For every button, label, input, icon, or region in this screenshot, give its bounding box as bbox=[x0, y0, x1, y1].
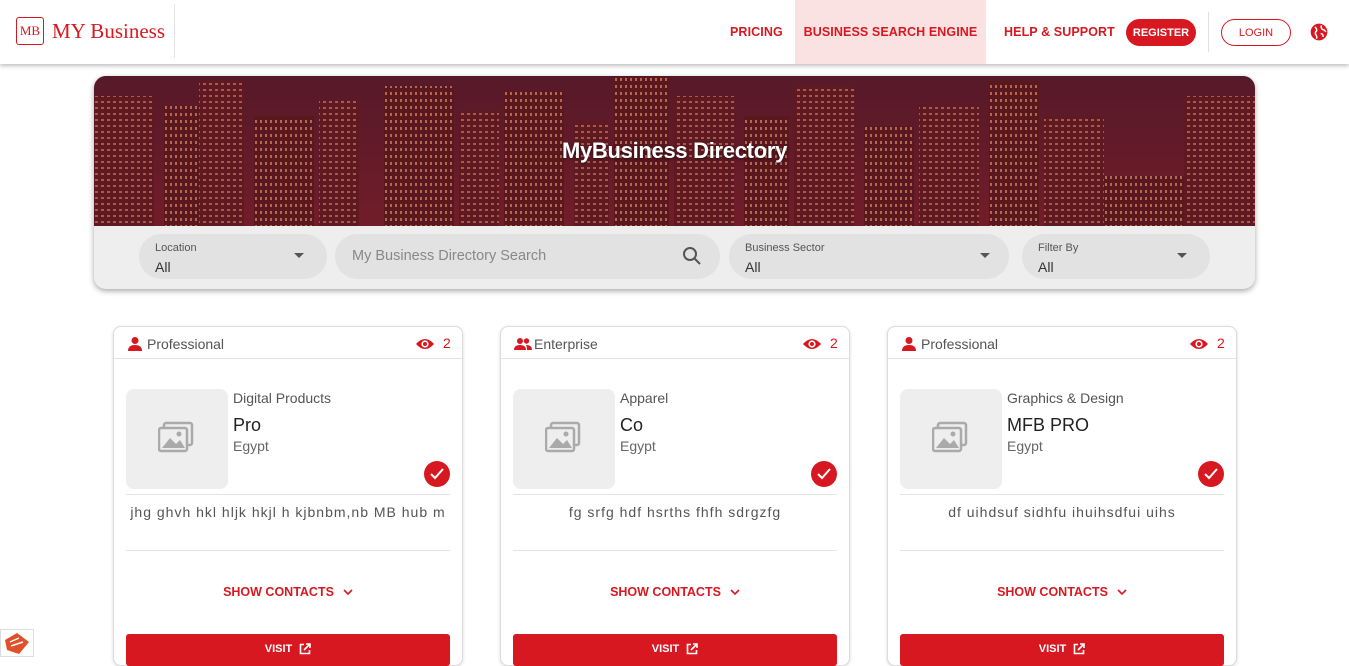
location-value: All bbox=[155, 259, 171, 275]
verified-badge bbox=[424, 461, 450, 487]
visit-label: VISIT bbox=[1038, 643, 1067, 655]
verified-badge bbox=[1198, 461, 1224, 487]
chevron-down-icon bbox=[1177, 253, 1187, 258]
view-count: 2 bbox=[1217, 335, 1225, 351]
eye-icon bbox=[416, 339, 434, 349]
eye-icon bbox=[803, 339, 821, 349]
tier-label: Professional bbox=[921, 336, 999, 352]
show-contacts-button[interactable]: SHOW CONTACTS bbox=[501, 585, 849, 599]
location-select[interactable]: Location All bbox=[139, 234, 327, 279]
chevron-down-icon bbox=[1117, 589, 1127, 595]
business-sector: Digital Products bbox=[233, 390, 332, 406]
card-header: Professional 2 bbox=[114, 327, 462, 359]
external-link-icon bbox=[299, 643, 312, 655]
business-sector: Apparel bbox=[620, 390, 669, 406]
business-country: Egypt bbox=[1007, 438, 1043, 454]
business-country: Egypt bbox=[620, 438, 656, 454]
chevron-down-icon bbox=[730, 589, 740, 595]
card-header: Enterprise 2 bbox=[501, 327, 849, 359]
divider bbox=[174, 4, 175, 58]
visit-button[interactable]: VISIT bbox=[126, 634, 450, 666]
directory-search-input[interactable]: My Business Directory Search bbox=[335, 234, 720, 279]
show-contacts-button[interactable]: SHOW CONTACTS bbox=[888, 585, 1236, 599]
card-header: Professional 2 bbox=[888, 327, 1236, 359]
search-placeholder: My Business Directory Search bbox=[352, 248, 547, 264]
top-navbar: MB MY Business PRICING BUSINESS SEARCH E… bbox=[0, 0, 1349, 64]
view-count: 2 bbox=[830, 335, 838, 351]
filter-by-select[interactable]: Filter By All bbox=[1022, 234, 1210, 279]
login-button[interactable]: LOGIN bbox=[1221, 19, 1291, 46]
logo-text: MY Business bbox=[52, 18, 165, 43]
check-icon bbox=[430, 468, 444, 480]
visit-button[interactable]: VISIT bbox=[513, 634, 837, 666]
business-description: fg srfg hdf hsrths fhfh sdrgzfg bbox=[568, 504, 782, 520]
verified-badge bbox=[811, 461, 837, 487]
image-icon bbox=[932, 421, 968, 453]
show-contacts-button[interactable]: SHOW CONTACTS bbox=[114, 585, 462, 599]
business-description: jhg ghvh hkl hljk hkjl h kjbnbm,nb MB hu… bbox=[130, 504, 446, 520]
eye-icon bbox=[1190, 339, 1208, 349]
person-icon bbox=[128, 337, 142, 351]
visit-label: VISIT bbox=[264, 643, 293, 655]
nav-pricing[interactable]: PRICING bbox=[730, 0, 783, 64]
business-name[interactable]: Pro bbox=[233, 415, 261, 436]
check-icon bbox=[1204, 468, 1218, 480]
business-description: df uihdsuf sidhfu ihuihsdfui uihs bbox=[948, 504, 1176, 520]
chevron-down-icon bbox=[343, 589, 353, 595]
divider bbox=[126, 550, 450, 551]
tier-label: Enterprise bbox=[534, 336, 598, 352]
location-label: Location bbox=[155, 242, 197, 254]
chevron-down-icon bbox=[980, 253, 990, 258]
visit-button[interactable]: VISIT bbox=[900, 634, 1224, 666]
business-image-placeholder[interactable] bbox=[126, 389, 228, 489]
business-country: Egypt bbox=[233, 438, 269, 454]
business-card: Professional 2 Graphics & Design MFB PRO… bbox=[887, 326, 1237, 666]
divider bbox=[513, 550, 837, 551]
page-title: MyBusiness Directory bbox=[561, 138, 788, 163]
divider bbox=[900, 550, 1224, 551]
chevron-down-icon bbox=[294, 253, 304, 258]
divider bbox=[126, 494, 450, 495]
logo-mark: MB bbox=[16, 17, 44, 45]
directory-search-panel: MyBusiness Directory Location All My Bus… bbox=[94, 76, 1255, 289]
person-icon bbox=[902, 337, 916, 351]
image-icon bbox=[545, 421, 581, 453]
business-name[interactable]: Co bbox=[620, 415, 643, 436]
group-icon bbox=[514, 338, 532, 350]
business-name[interactable]: MFB PRO bbox=[1007, 415, 1089, 436]
register-button[interactable]: REGISTER bbox=[1126, 19, 1196, 46]
business-image-placeholder[interactable] bbox=[513, 389, 615, 489]
view-count: 2 bbox=[443, 335, 451, 351]
show-contacts-label: SHOW CONTACTS bbox=[997, 585, 1108, 599]
business-card: Professional 2 Digital Products Pro Egyp… bbox=[113, 326, 463, 666]
brand-logo[interactable]: MB MY Business bbox=[16, 17, 165, 45]
globe-icon[interactable] bbox=[1309, 22, 1329, 42]
divider bbox=[513, 494, 837, 495]
visit-label: VISIT bbox=[651, 643, 680, 655]
nav-business-search-engine[interactable]: BUSINESS SEARCH ENGINE bbox=[795, 0, 986, 64]
nav-help-support[interactable]: HELP & SUPPORT bbox=[1004, 0, 1115, 64]
business-card: Enterprise 2 Apparel Co Egypt fg srfg hd… bbox=[500, 326, 850, 666]
filter-by-value: All bbox=[1038, 259, 1054, 275]
show-contacts-label: SHOW CONTACTS bbox=[610, 585, 721, 599]
external-link-icon bbox=[686, 643, 699, 655]
sector-label: Business Sector bbox=[745, 242, 825, 254]
divider bbox=[1208, 12, 1209, 52]
image-icon bbox=[158, 421, 194, 453]
business-image-placeholder[interactable] bbox=[900, 389, 1002, 489]
external-link-icon bbox=[1073, 643, 1086, 655]
tier-label: Professional bbox=[147, 336, 225, 352]
search-icon[interactable] bbox=[682, 246, 702, 266]
divider bbox=[900, 494, 1224, 495]
business-sector: Graphics & Design bbox=[1007, 390, 1124, 406]
show-contacts-label: SHOW CONTACTS bbox=[223, 585, 334, 599]
widget-logo-icon bbox=[5, 633, 29, 654]
floating-widget-icon[interactable] bbox=[0, 629, 34, 657]
filter-by-label: Filter By bbox=[1038, 242, 1079, 254]
sector-value: All bbox=[745, 259, 761, 275]
business-sector-select[interactable]: Business Sector All bbox=[729, 234, 1009, 279]
check-icon bbox=[817, 468, 831, 480]
